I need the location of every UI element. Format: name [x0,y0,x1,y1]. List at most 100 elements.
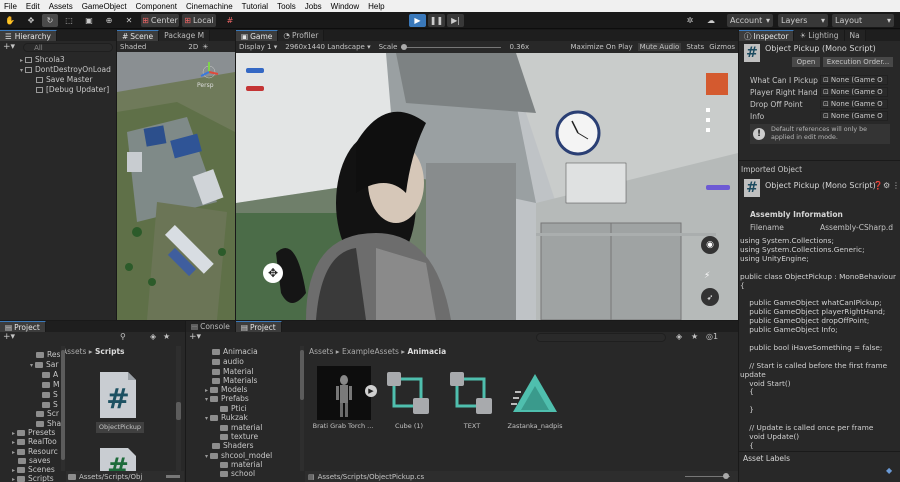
menu-window[interactable]: Window [331,2,359,11]
folder-item[interactable]: ▾ Prefabs [205,394,249,403]
field-what-can-i-pickup[interactable]: ⊡ None (Game O [820,75,888,85]
rotate-tool-icon[interactable]: ↻ [42,14,58,27]
settings-icon[interactable]: ⚙ [883,181,890,190]
rect-tool-icon[interactable]: ▣ [82,14,96,27]
tab-console[interactable]: ▤ Console [186,321,236,332]
hidden-count-badge[interactable]: ◎1 [706,332,718,341]
move-tool-icon[interactable]: ✥ [24,14,38,27]
tab-project[interactable]: ▤ Project [0,321,46,332]
filter-icon[interactable]: ◈ [676,332,682,341]
display-dropdown[interactable]: Display 1 ▾ [239,43,277,51]
cloud-icon[interactable]: ☁ [704,14,718,27]
folder-item[interactable]: S [42,400,58,409]
tab-project-2[interactable]: ▤ Project [235,321,282,332]
tree-scrollbar-right[interactable] [300,346,304,471]
hierarchy-search-input[interactable]: All [23,42,113,52]
menu-edit[interactable]: Edit [26,2,40,11]
hierarchy-item[interactable]: [Debug Updater] [36,85,109,94]
script-file-object-pickup[interactable]: # [96,370,140,420]
folder-item[interactable]: ▸ Presets [12,428,55,437]
asset-thumb-brati[interactable] [317,366,371,420]
mute-audio-toggle[interactable]: Mute Audio [637,43,682,51]
execution-order-button[interactable]: Execution Order... [823,57,893,67]
tab-navigation[interactable]: Na [844,30,866,41]
hand-tool-icon[interactable]: ✋ [4,14,16,27]
folder-item[interactable]: Scr [36,409,59,418]
scene-viewport[interactable] [117,52,235,320]
collab-icon[interactable]: ✲ [683,14,697,27]
transform-tool-icon[interactable]: ⊕ [102,14,116,27]
folder-item[interactable]: Ptici [220,404,247,413]
folder-item[interactable]: material [220,423,262,432]
open-button[interactable]: Open [792,57,820,67]
gizmos-dropdown[interactable]: Gizmos [709,43,735,51]
grid-snap-icon[interactable]: # [223,14,237,27]
folder-item[interactable]: Animacia [212,347,258,356]
menu-help[interactable]: Help [368,2,384,11]
folder-item[interactable]: ▾ Sar [30,360,58,369]
stats-toggle[interactable]: Stats [686,43,704,51]
menu-gameobject[interactable]: GameObject [82,2,127,11]
tab-game[interactable]: ▣ Game [236,30,279,41]
menu-file[interactable]: File [4,2,17,11]
shading-mode-dropdown[interactable]: Shaded [120,43,146,51]
folder-item[interactable]: saves [18,456,50,465]
more-icon[interactable]: ⋮ [892,181,900,190]
tab-inspector[interactable]: ⓘ Inspector [739,30,795,41]
step-button[interactable]: ▶| [447,14,464,27]
folder-item[interactable]: ▸ Scenes [12,465,55,474]
folder-item[interactable]: ▸ Scripts [12,474,54,482]
folder-item[interactable]: audio [212,357,244,366]
tab-hierarchy[interactable]: ☰ Hierarchy [0,30,57,41]
folder-item[interactable]: ▸ RealToo [12,437,57,446]
field-info[interactable]: ⊡ None (Game O [820,111,888,121]
hierarchy-item[interactable]: ▸ Shcola3 [20,55,65,64]
folder-item[interactable]: material [220,460,262,469]
folder-item[interactable]: M [42,380,59,389]
prefab-cube-icon[interactable] [385,370,433,418]
pivot-local-toggle[interactable]: ⊞ Local [182,14,216,27]
menu-tutorial[interactable]: Tutorial [242,2,268,11]
game-viewport[interactable] [236,53,738,320]
folder-item[interactable]: Materials [212,376,257,385]
project-search-input[interactable] [536,333,666,342]
custom-tool-icon[interactable]: ✕ [122,14,136,27]
grid-scrollbar[interactable] [176,346,181,471]
menu-cinemachine[interactable]: Cinemachine [186,2,233,11]
run-icon[interactable]: ⚡ [704,271,710,281]
menu-assets[interactable]: Assets [49,2,73,11]
resolution-dropdown[interactable]: 2960x1440 Landscape ▾ [285,43,370,51]
scale-slider[interactable] [401,43,502,50]
persp-label[interactable]: Persp [197,82,214,89]
hierarchy-item[interactable]: ▾ DontDestroyOnLoad [20,65,111,74]
layout-dropdown[interactable]: Layout ▾ [832,14,894,27]
tab-scene[interactable]: # Scene [117,30,160,41]
field-drop-off-point[interactable]: ⊡ None (Game O [820,99,888,109]
folder-item[interactable]: texture [220,432,258,441]
folder-item[interactable]: ▸ Resourc [12,447,58,456]
account-dropdown[interactable]: Account ▾ [727,14,773,27]
menu-tools[interactable]: Tools [277,2,296,11]
animation-icon[interactable] [511,372,559,418]
menu-jobs[interactable]: Jobs [305,2,322,11]
sprint-icon[interactable]: ➶ [701,288,719,306]
lighting-toggle-icon[interactable]: ☀ [202,43,208,51]
pivot-center-toggle[interactable]: ⊞ Center [141,14,179,27]
eye-icon[interactable]: ◉ [701,236,719,254]
filter-icon[interactable]: ◈ [150,332,156,341]
add-asset-icon[interactable]: +▾ [189,332,201,342]
layers-dropdown[interactable]: Layers ▾ [778,14,828,27]
search-icon[interactable]: ⚲ [120,332,126,341]
folder-item[interactable]: ▾ shcool_model [205,451,272,460]
folder-item[interactable]: Sha [36,419,61,428]
folder-item[interactable]: ▾ Rukzak [205,413,248,422]
folder-item[interactable]: school [220,469,255,478]
scale-tool-icon[interactable]: ⬚ [62,14,76,27]
add-icon[interactable]: +▾ [3,42,15,52]
tab-profiler[interactable]: ◔ Profiler [278,30,325,41]
tree-scrollbar[interactable] [61,346,65,471]
maximize-on-play-toggle[interactable]: Maximize On Play [571,43,633,51]
size-slider[interactable] [166,475,180,478]
folder-item[interactable]: ▸ Models [205,385,247,394]
play-button[interactable]: ▶ [409,14,426,27]
